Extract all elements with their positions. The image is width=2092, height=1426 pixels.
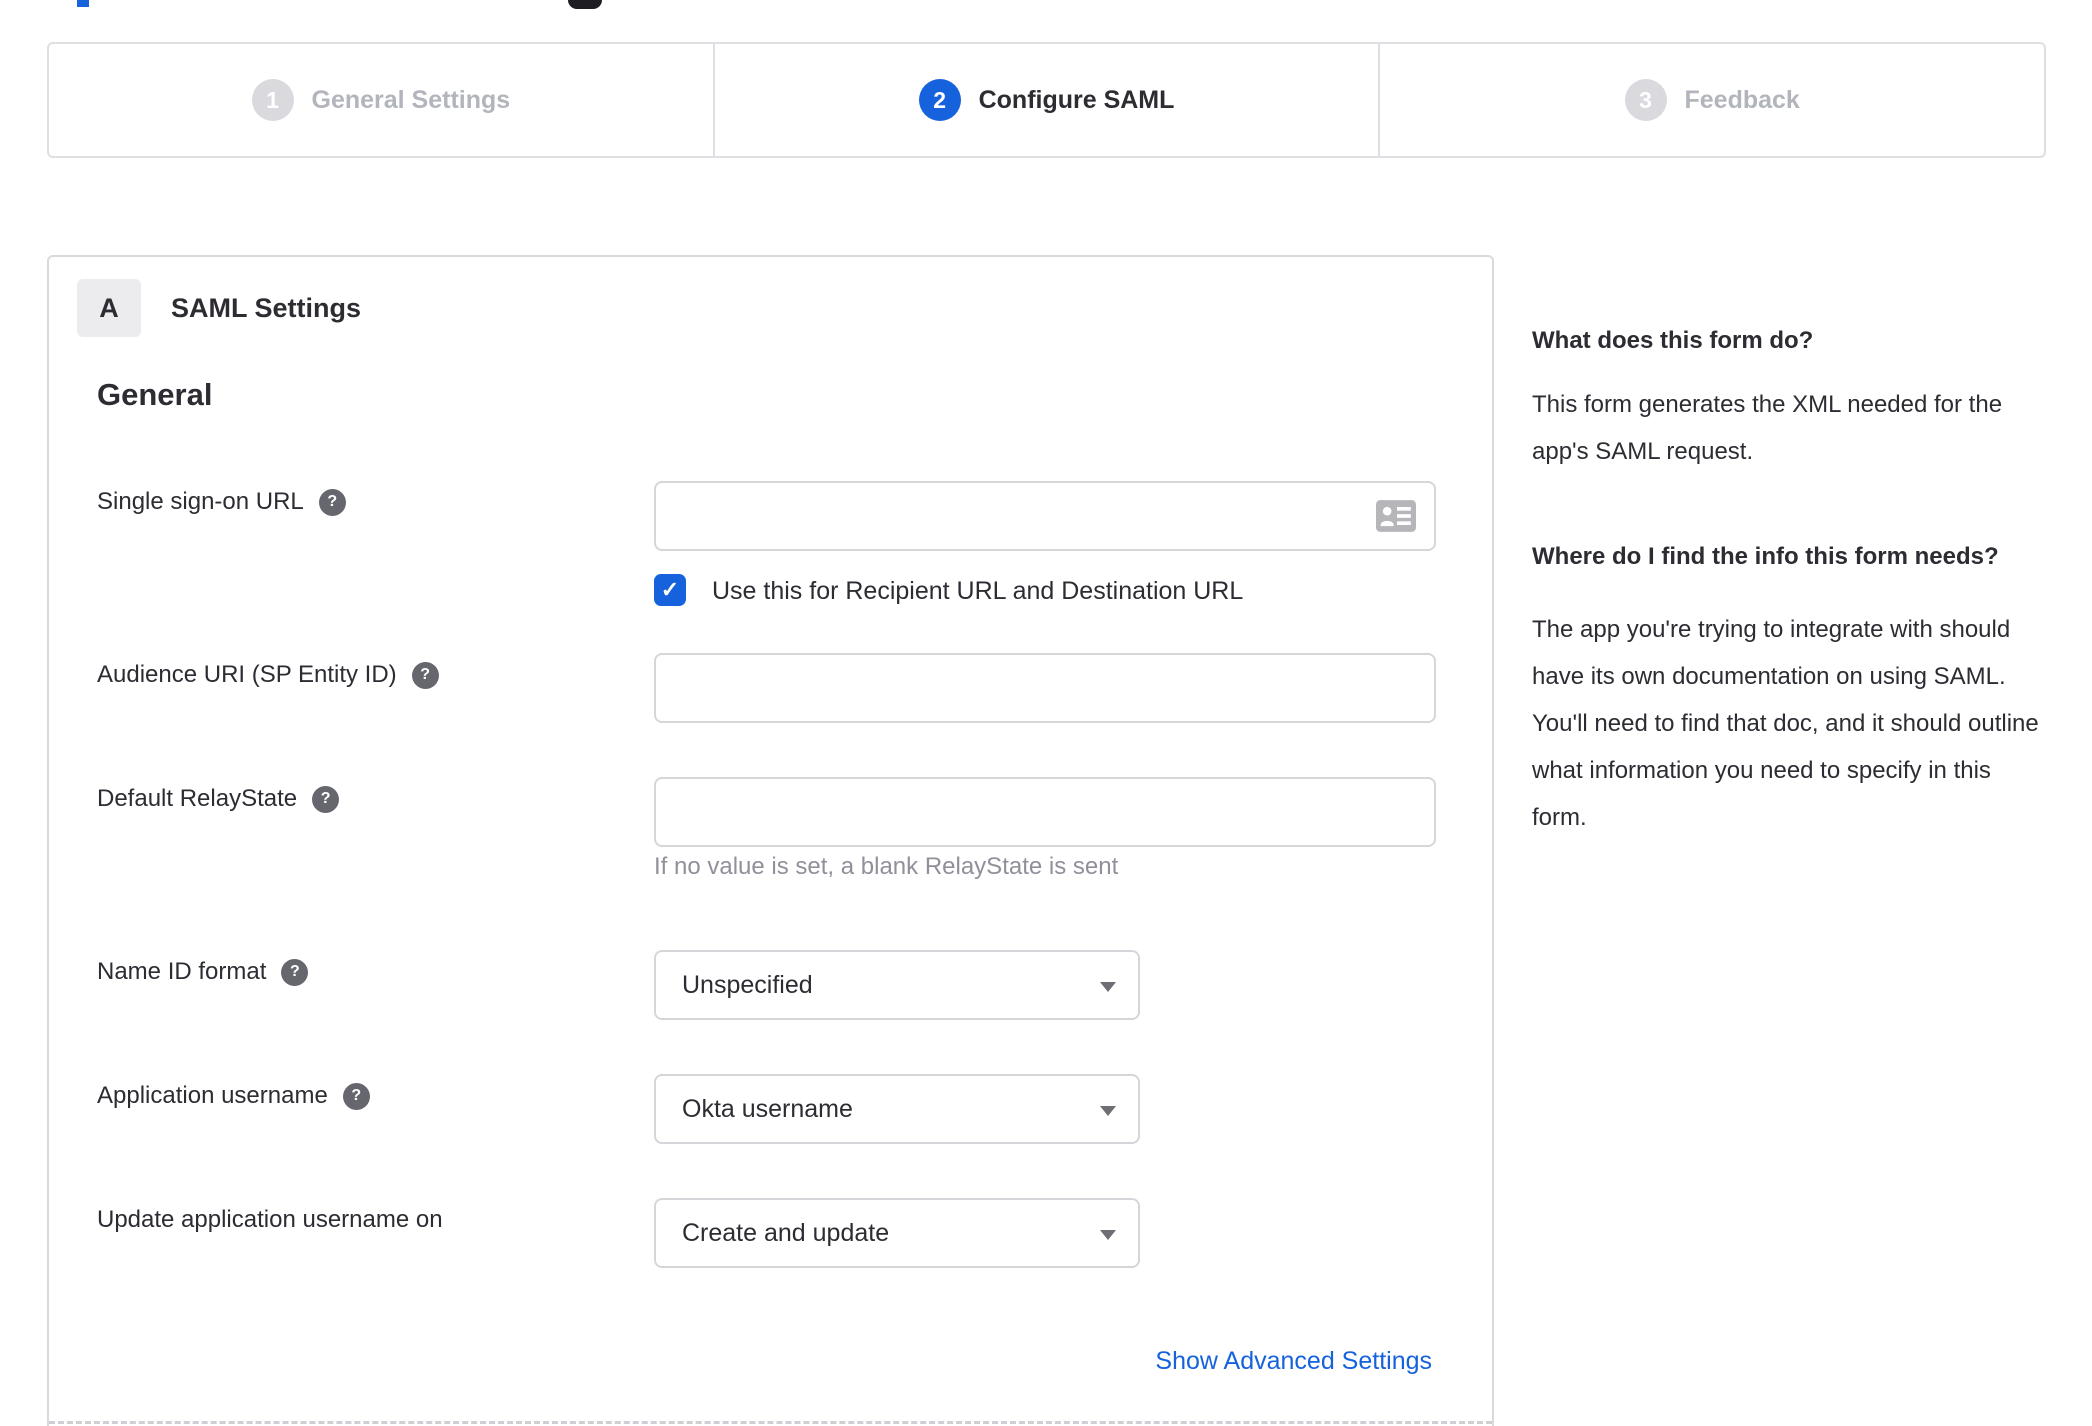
name-id-format-select[interactable]: Unspecified: [654, 950, 1140, 1020]
audience-uri-label: Audience URI (SP Entity ID): [97, 661, 397, 688]
help-body-where: The app you're trying to integrate with …: [1532, 616, 2039, 831]
default-relaystate-label-row: Default RelayState ?: [97, 785, 340, 813]
card-title: SAML Settings: [171, 293, 362, 323]
step-1-number-badge: 1: [251, 79, 294, 121]
chevron-down-icon: [1100, 1106, 1116, 1116]
name-id-format-label-row: Name ID format ?: [97, 958, 309, 986]
sso-url-label: Single sign-on URL: [97, 488, 304, 515]
step-3-label: Feedback: [1684, 85, 1800, 114]
help-icon[interactable]: ?: [342, 1082, 370, 1110]
sso-url-label-row: Single sign-on URL ?: [97, 488, 346, 516]
step-feedback[interactable]: 3 Feedback: [1378, 44, 2044, 156]
chevron-down-icon: [1100, 982, 1116, 992]
update-app-username-label-row: Update application username on: [97, 1206, 443, 1234]
help-body-what: This form generates the XML needed for t…: [1532, 391, 2003, 465]
section-a-badge: A: [77, 279, 141, 337]
step-2-label: Configure SAML: [978, 85, 1175, 114]
update-app-username-label: Update application username on: [97, 1206, 443, 1233]
update-app-username-select[interactable]: Create and update: [654, 1198, 1140, 1268]
wizard-stepper: 1 General Settings 2 Configure SAML 3 Fe…: [47, 42, 2046, 158]
help-icon[interactable]: ?: [318, 488, 346, 516]
recipient-url-checkbox[interactable]: ✓: [654, 574, 686, 606]
relaystate-helper-text: If no value is set, a blank RelayState i…: [654, 853, 1119, 880]
help-icon[interactable]: ?: [281, 958, 309, 986]
default-relaystate-label: Default RelayState: [97, 785, 298, 812]
help-icon[interactable]: ?: [312, 785, 340, 813]
step-3-number-badge: 3: [1624, 79, 1667, 121]
help-panel: What does this form do? This form genera…: [1532, 323, 2042, 841]
chevron-down-icon: [1100, 1230, 1116, 1240]
default-relaystate-input-wrap: [654, 777, 1436, 847]
clipped-title-fragment: [77, 0, 89, 7]
step-configure-saml[interactable]: 2 Configure SAML: [712, 44, 1379, 156]
application-username-value: Okta username: [682, 1094, 853, 1123]
name-id-format-label: Name ID format: [97, 958, 267, 985]
help-heading-what: What does this form do?: [1532, 327, 1814, 354]
help-icon[interactable]: ?: [411, 661, 439, 689]
default-relaystate-input[interactable]: [654, 777, 1436, 847]
audience-uri-input[interactable]: [654, 653, 1436, 723]
sso-url-input[interactable]: [654, 481, 1436, 551]
step-2-number-badge: 2: [918, 79, 961, 121]
general-section-heading: General: [97, 377, 213, 412]
step-1-label: General Settings: [311, 85, 511, 114]
name-id-format-value: Unspecified: [682, 970, 813, 999]
recipient-url-checkbox-label: Use this for Recipient URL and Destinati…: [712, 577, 1244, 605]
application-username-select[interactable]: Okta username: [654, 1074, 1140, 1144]
saml-settings-card: A SAML Settings General Single sign-on U…: [47, 255, 1494, 1426]
show-advanced-settings-link[interactable]: Show Advanced Settings: [1155, 1347, 1432, 1376]
section-divider-dashed: [49, 1421, 1492, 1424]
update-app-username-value: Create and update: [682, 1218, 890, 1247]
application-username-label-row: Application username ?: [97, 1082, 370, 1110]
application-username-label: Application username: [97, 1082, 328, 1109]
step-general-settings[interactable]: 1 General Settings: [49, 44, 713, 156]
help-heading-where: Where do I find the info this form needs…: [1532, 543, 1999, 570]
clipped-icon-fragment: [568, 0, 602, 9]
audience-uri-label-row: Audience URI (SP Entity ID) ?: [97, 661, 439, 689]
audience-uri-input-wrap: [654, 653, 1436, 723]
sso-url-input-wrap: [654, 481, 1436, 551]
